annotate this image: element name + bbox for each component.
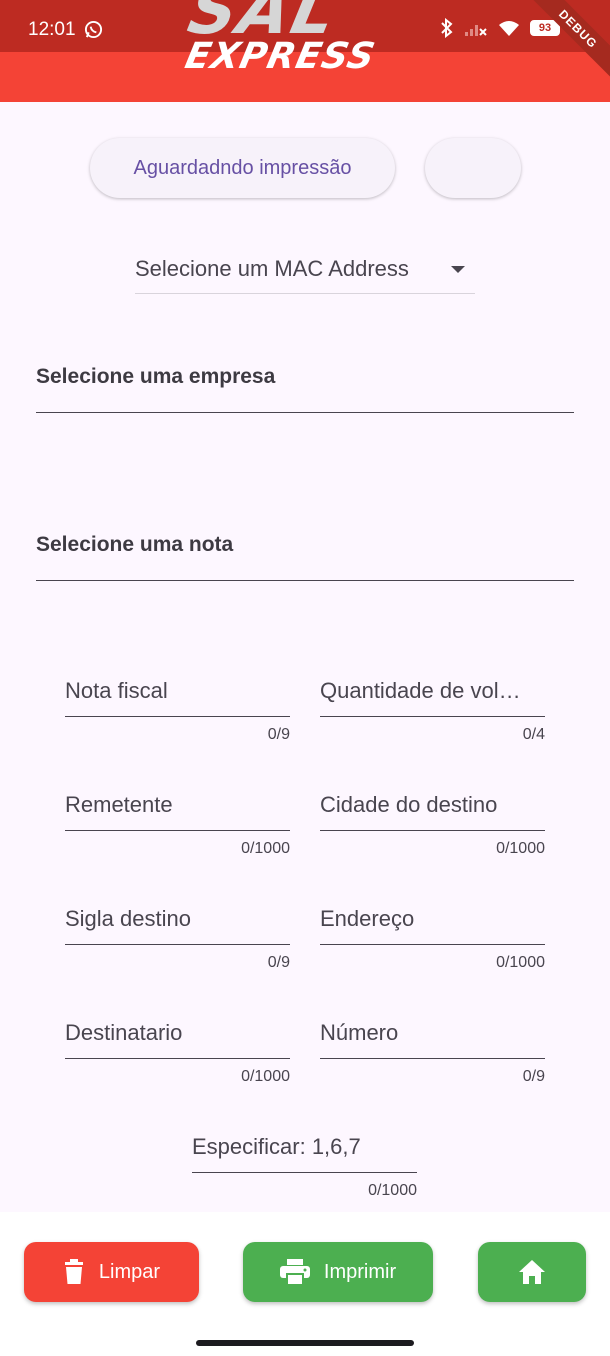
home-button[interactable] xyxy=(478,1242,586,1302)
quantidade-volumes-underline xyxy=(320,716,545,717)
sigla-destino-label: Sigla destino xyxy=(65,906,191,931)
quantidade-volumes-field[interactable]: Quantidade de vol… 0/4 xyxy=(320,668,545,764)
gesture-home-indicator[interactable] xyxy=(196,1340,414,1346)
mac-address-placeholder: Selecione um MAC Address xyxy=(135,256,409,281)
quantidade-volumes-label: Quantidade de vol… xyxy=(320,678,521,703)
clear-button[interactable]: Limpar xyxy=(24,1242,199,1302)
remetente-label: Remetente xyxy=(65,792,173,817)
signal-icon xyxy=(465,25,487,36)
cidade-destino-underline xyxy=(320,830,545,831)
numero-underline xyxy=(320,1058,545,1059)
especificar-label: Especificar: 1,6,7 xyxy=(192,1134,361,1159)
especificar-counter: 0/1000 xyxy=(368,1182,417,1199)
home-icon xyxy=(519,1260,545,1284)
endereco-label: Endereço xyxy=(320,906,415,931)
print-button[interactable]: Imprimir xyxy=(243,1242,433,1302)
nota-fiscal-label: Nota fiscal xyxy=(65,678,168,703)
destinatario-field[interactable]: Destinatario 0/1000 xyxy=(65,1010,290,1106)
remetente-underline xyxy=(65,830,290,831)
nota-fiscal-field[interactable]: Nota fiscal 0/9 xyxy=(65,668,290,764)
endereco-counter: 0/1000 xyxy=(496,954,545,971)
note-select-label: Selecione uma nota xyxy=(36,533,234,556)
logo-bottom-text: EXPRESS xyxy=(181,36,379,77)
status-icons: 93 xyxy=(440,18,560,38)
printer-status-button[interactable]: Aguardadndo impressão xyxy=(90,138,395,198)
whatsapp-icon xyxy=(84,20,103,39)
numero-field[interactable]: Número 0/9 xyxy=(320,1010,545,1106)
company-select[interactable]: Selecione uma empresa xyxy=(36,363,574,413)
cidade-destino-label: Cidade do destino xyxy=(320,792,498,817)
printer-action-button[interactable] xyxy=(425,138,521,198)
chevron-down-icon xyxy=(451,266,465,273)
clear-button-label: Limpar xyxy=(98,1260,161,1283)
especificar-field[interactable]: Especificar: 1,6,7 0/1000 xyxy=(192,1124,417,1220)
note-select[interactable]: Selecione uma nota xyxy=(36,531,574,581)
mac-address-dropdown[interactable]: Selecione um MAC Address xyxy=(135,248,475,294)
endereco-underline xyxy=(320,944,545,945)
destinatario-underline xyxy=(65,1058,290,1059)
app-bar: 12:01 SAL EXPRESS 93 DEBUG xyxy=(0,0,610,102)
bluetooth-icon xyxy=(441,18,453,38)
printer-icon xyxy=(279,1259,310,1285)
especificar-underline xyxy=(192,1172,417,1173)
status-time: 12:01 xyxy=(28,19,76,40)
destinatario-counter: 0/1000 xyxy=(241,1068,290,1085)
nota-fiscal-counter: 0/9 xyxy=(267,726,290,743)
print-button-label: Imprimir xyxy=(323,1260,397,1283)
wifi-icon xyxy=(499,21,519,36)
remetente-counter: 0/1000 xyxy=(241,840,290,857)
nota-fiscal-underline xyxy=(65,716,290,717)
quantidade-volumes-counter: 0/4 xyxy=(522,726,545,743)
company-select-label: Selecione uma empresa xyxy=(36,365,276,388)
destinatario-label: Destinatario xyxy=(65,1020,183,1045)
sigla-destino-underline xyxy=(65,944,290,945)
remetente-field[interactable]: Remetente 0/1000 xyxy=(65,782,290,878)
sal-express-logo: SAL EXPRESS xyxy=(180,0,430,77)
trash-icon xyxy=(64,1259,83,1284)
sigla-destino-counter: 0/9 xyxy=(267,954,290,971)
numero-counter: 0/9 xyxy=(522,1068,545,1085)
sigla-destino-field[interactable]: Sigla destino 0/9 xyxy=(65,896,290,992)
numero-label: Número xyxy=(320,1020,399,1045)
endereco-field[interactable]: Endereço 0/1000 xyxy=(320,896,545,992)
cidade-destino-counter: 0/1000 xyxy=(496,840,545,857)
cidade-destino-field[interactable]: Cidade do destino 0/1000 xyxy=(320,782,545,878)
